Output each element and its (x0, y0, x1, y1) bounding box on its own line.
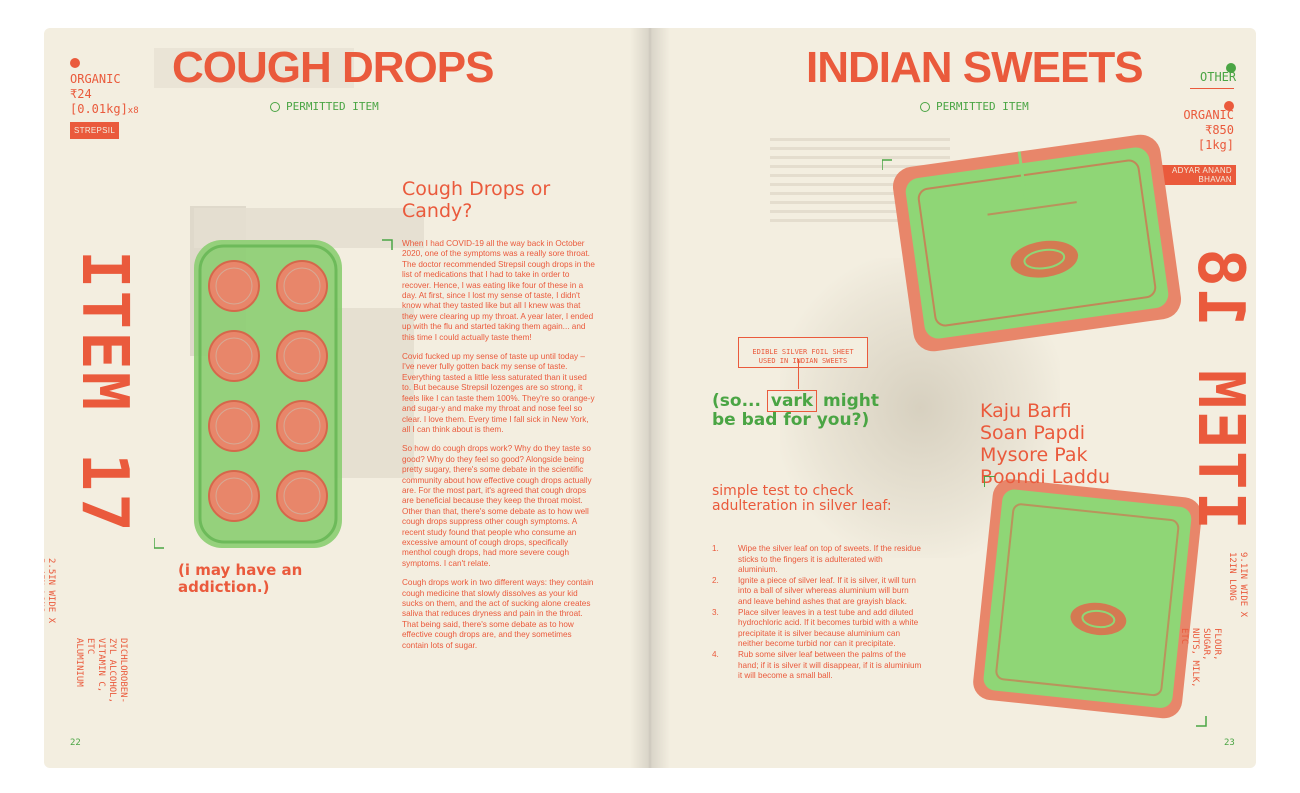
callout-connector (798, 359, 799, 389)
test-step: 1. Wipe the silver leaf on top of sweets.… (712, 544, 921, 575)
right-page: INDIAN SWEETS PERMITTED ITEM OTHER ORGAN… (650, 28, 1256, 768)
left-page: COUGH DROPS PERMITTED ITEM ORGANIC ₹24 [… (44, 28, 650, 768)
image-caption: (i may have an addiction.) (178, 561, 303, 596)
adulteration-test-heading: simple test to check adulteration in sil… (712, 483, 892, 514)
ingredients-spec-vertical: FLOUR, SUGAR, NUTS, MILK, ETC (1179, 628, 1222, 688)
sweets-box-image-top (882, 134, 1182, 352)
weight-text: [0.01kg] (70, 102, 128, 116)
page-number: 22 (70, 738, 81, 748)
category-dot-icon (70, 58, 80, 68)
article-paragraph: So how do cough drops work? Why do they … (402, 444, 592, 568)
sweet-item: Boondi Laddu (980, 466, 1111, 488)
category-text: ORGANIC (70, 72, 121, 86)
item-number-vertical: ITEM 18 (1183, 246, 1256, 530)
weight-row: [0.01kg]x8 (70, 102, 139, 119)
silver-foil-callout: EDIBLE SILVER FOIL SHEET USED IN INDIAN … (738, 337, 868, 368)
article-paragraph: Cough drops work in two different ways: … (402, 578, 594, 650)
sweet-item: Soan Papdi (980, 422, 1086, 444)
category-text: ORGANIC (1183, 108, 1234, 122)
page-number: 23 (1224, 738, 1235, 748)
vark-question: (so... vark might be bad for you?) (712, 390, 882, 430)
article-body: When I had COVID-19 all the way back in … (402, 239, 596, 660)
book-gutter (630, 28, 670, 768)
magazine-spread: COUGH DROPS PERMITTED ITEM ORGANIC ₹24 [… (44, 28, 1256, 768)
article-heading: Cough Drops or Candy? (402, 178, 551, 222)
size-spec-vertical: 9.1IN WIDE X 12IN LONG (1227, 552, 1248, 618)
item-meta: ORGANIC ₹24 [0.01kg]x8 STREPSIL (70, 58, 139, 139)
ingredients-spec-vertical: DICHLOROBEN- ZYL ALCOHOL, VITAMIN C, ETC… (74, 638, 128, 704)
sweets-list: Kaju Barfi Soan Papdi Mysore Pak Boondi … (980, 400, 1110, 488)
other-category-label: OTHER (1200, 70, 1237, 84)
page-title: COUGH DROPS (172, 43, 494, 92)
brand-tag: STREPSIL (70, 122, 120, 139)
price-text: ₹24 (70, 87, 92, 101)
sweet-item: Kaju Barfi (980, 400, 1072, 422)
sweet-item: Mysore Pak (980, 444, 1088, 466)
test-step: 3. Place silver leaves in a test tube and… (712, 607, 919, 649)
item-number-vertical: ITEM 17 (67, 250, 141, 534)
article-paragraph: When I had COVID-19 all the way back in … (402, 239, 595, 342)
article-paragraph: Covid fucked up my sense of taste up unt… (402, 352, 595, 434)
crop-mark (984, 476, 995, 487)
multiplier-text: x8 (127, 106, 139, 116)
test-step: 4. Rub some silver leaf between the palms… (712, 649, 922, 681)
adulteration-test-steps: 1. Wipe the silver leaf on top of sweets.… (712, 544, 922, 682)
size-spec-vertical: 2.5IN WIDE X 5.4IN LONG (44, 558, 56, 624)
page-title: INDIAN SWEETS (806, 43, 1144, 92)
permitted-label: PERMITTED ITEM (270, 100, 379, 113)
test-step: 2. Ignite a piece of silver leaf. If it i… (712, 575, 916, 606)
permitted-label: PERMITTED ITEM (920, 100, 1029, 113)
circle-icon (270, 101, 280, 112)
circle-icon (920, 101, 930, 112)
question-prefix: (so... (712, 391, 761, 411)
vark-highlight: vark (766, 390, 818, 412)
sweets-box-image-bottom (973, 479, 1207, 727)
divider (1190, 88, 1234, 89)
